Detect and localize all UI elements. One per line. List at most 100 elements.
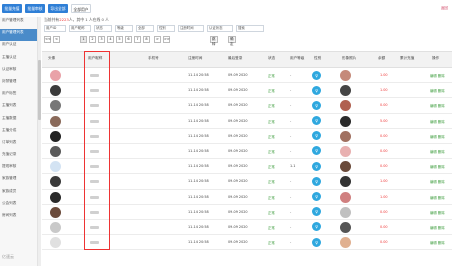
profile-photo[interactable] — [340, 221, 351, 233]
column-header[interactable]: 累计充值 — [400, 56, 414, 61]
nickname-input[interactable]: 用户昵称 — [69, 25, 91, 32]
row-actions[interactable]: 编辑 删除 — [430, 225, 445, 230]
status-select[interactable]: 状态 — [94, 25, 112, 32]
avatar — [50, 115, 61, 127]
status-text: 正常 — [268, 241, 275, 246]
page-first-button[interactable]: << — [44, 36, 51, 43]
profile-photo[interactable] — [340, 206, 351, 218]
row-actions[interactable]: 编辑 删除 — [430, 164, 445, 169]
profile-photo[interactable] — [340, 145, 351, 157]
status-text: 正常 — [268, 225, 275, 230]
sidebar-item[interactable]: 公会列表 — [0, 200, 37, 212]
profile-photo[interactable] — [340, 70, 351, 81]
row-actions[interactable]: 编辑 删除 — [430, 195, 445, 200]
sidebar-item[interactable]: 家族管理 — [0, 175, 37, 187]
sidebar-item[interactable]: 主播数据 — [0, 115, 37, 127]
profile-photo[interactable] — [340, 85, 351, 97]
gender-select[interactable]: 性别 — [157, 25, 175, 32]
profile-photo[interactable] — [340, 237, 351, 249]
auth-status-select[interactable]: 认证状态 — [207, 25, 233, 32]
avatar — [50, 176, 61, 188]
page-number-button[interactable]: 8 — [143, 36, 150, 43]
user-level: - — [290, 194, 292, 199]
last-login: 09-09 2020 — [228, 179, 248, 184]
balance-value: 1.00 — [380, 194, 388, 199]
page-confirm-button[interactable]: 确定 — [228, 36, 236, 46]
search-input[interactable]: 搜索 — [236, 25, 264, 32]
sidebar-item[interactable]: 提现审核 — [0, 163, 37, 175]
row-actions[interactable]: 编辑 删除 — [430, 240, 445, 245]
avatar — [50, 161, 61, 173]
user-level: - — [290, 148, 292, 153]
row-actions[interactable]: 编辑 删除 — [430, 179, 445, 184]
page-number-button[interactable]: 6 — [125, 36, 132, 43]
profile-photo[interactable] — [340, 130, 351, 142]
page-prev-button[interactable]: < — [53, 36, 60, 43]
register-time: 11-14 20:58 — [188, 240, 209, 245]
sidebar-item[interactable]: 主播认证 — [0, 54, 37, 66]
page-number-button[interactable]: 2 — [89, 36, 96, 43]
page-number-button[interactable]: 4 — [107, 36, 114, 43]
row-actions[interactable]: 编辑 删除 — [430, 103, 445, 108]
page-last-button[interactable]: >> — [163, 36, 170, 43]
page-number-button[interactable]: 1 — [80, 36, 87, 43]
column-header[interactable]: 用户等级 — [290, 56, 304, 61]
register-time: 11-14 20:58 — [188, 103, 209, 108]
register-time-input[interactable]: 注册时间 — [178, 25, 204, 32]
sidebar-item[interactable]: 用户认证 — [0, 41, 37, 53]
sidebar-item[interactable]: 用户标签 — [0, 90, 37, 102]
avatar — [50, 145, 61, 157]
page-number-button[interactable]: 3 — [98, 36, 105, 43]
register-time: 11-14 20:58 — [188, 224, 209, 229]
tab-all-users[interactable]: 全部用户 — [71, 4, 91, 13]
user-id-input[interactable]: 用户ID — [44, 25, 66, 32]
column-header[interactable]: 注册时间 — [188, 56, 202, 61]
column-header[interactable]: 头像 — [48, 56, 55, 61]
sidebar-item[interactable]: 主播分成 — [0, 127, 37, 139]
sidebar-item[interactable]: 封禁管理 — [0, 78, 37, 90]
row-actions[interactable]: 编辑 删除 — [430, 73, 445, 78]
column-header[interactable]: 形象照片 — [342, 56, 356, 61]
avatar — [50, 100, 61, 112]
row-actions[interactable]: 编辑 删除 — [430, 119, 445, 124]
level-select[interactable]: 等级 — [115, 25, 133, 32]
main-content: 当前共有2223人，其中 1 人在线 0 人 用户ID 用户昵称 状态 等级 全… — [42, 17, 452, 266]
sidebar-item[interactable]: 订单列表 — [0, 139, 37, 151]
profile-photo[interactable] — [340, 176, 351, 188]
batch-review-button[interactable]: 批量审核 — [25, 4, 45, 13]
sidebar-item[interactable]: 房间列表 — [0, 212, 37, 224]
page-jump-button[interactable]: 跳转 — [210, 36, 218, 46]
batch-recharge-button[interactable]: 批量充值 — [2, 4, 22, 13]
sidebar-item[interactable]: 家族成员 — [0, 188, 37, 200]
sidebar-scrollbar[interactable] — [38, 17, 41, 266]
sidebar-scroll-thumb[interactable] — [38, 60, 41, 120]
page-number-button[interactable]: 7 — [134, 36, 141, 43]
column-header[interactable]: 最后登录 — [228, 56, 242, 61]
row-actions[interactable]: 编辑 删除 — [430, 134, 445, 139]
status-text: 正常 — [268, 210, 275, 215]
page-next-button[interactable]: > — [154, 36, 161, 43]
export-all-button[interactable]: 导出全部 — [48, 4, 68, 13]
sidebar-item[interactable]: 充值记录 — [0, 151, 37, 163]
sidebar-item[interactable]: 主播列表 — [0, 102, 37, 114]
profile-photo[interactable] — [340, 100, 351, 112]
column-header[interactable]: 操作 — [432, 56, 439, 61]
column-header[interactable]: 性别 — [314, 56, 321, 61]
sidebar-item[interactable]: 用户管理列表 — [0, 17, 37, 29]
column-header[interactable]: 手机号 — [148, 56, 159, 61]
balance-value: 5.00 — [380, 118, 388, 123]
sidebar-item[interactable]: 用户管理列表 — [0, 29, 37, 42]
page-number-button[interactable]: 5 — [116, 36, 123, 43]
profile-photo[interactable] — [340, 191, 351, 203]
row-actions[interactable]: 编辑 删除 — [430, 210, 445, 215]
row-actions[interactable]: 编辑 删除 — [430, 88, 445, 93]
status-text: 正常 — [268, 104, 275, 109]
return-link[interactable]: 返回 — [441, 6, 448, 11]
all-select[interactable]: 全部 — [136, 25, 154, 32]
sidebar-item[interactable]: 认证审核 — [0, 66, 37, 78]
row-actions[interactable]: 编辑 删除 — [430, 149, 445, 154]
profile-photo[interactable] — [340, 115, 351, 127]
column-header[interactable]: 余额 — [378, 56, 385, 61]
column-header[interactable]: 状态 — [268, 56, 275, 61]
profile-photo[interactable] — [340, 161, 351, 173]
